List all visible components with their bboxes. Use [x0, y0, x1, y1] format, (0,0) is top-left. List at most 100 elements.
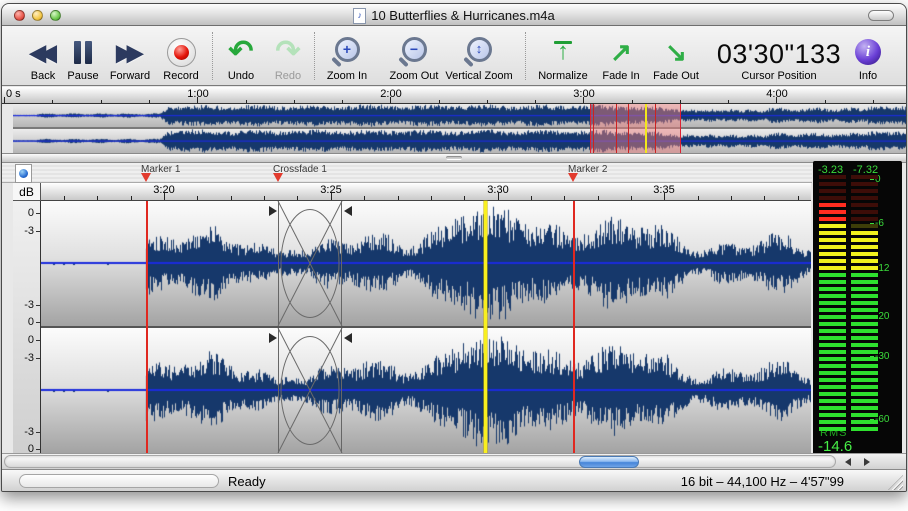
meter-led-segment: [819, 385, 846, 389]
meter-led-segment: [851, 371, 878, 375]
audio-file-icon: ♪: [353, 8, 366, 24]
fade-in-button[interactable]: ↗ Fade In: [597, 29, 645, 83]
marker-triangle-icon[interactable]: [141, 173, 151, 182]
db-scale-label: 0: [28, 316, 34, 328]
crossfade-region[interactable]: [278, 201, 342, 326]
meter-led-segment: [851, 329, 878, 333]
meter-led-segment: [851, 385, 878, 389]
toolbar-toggle-pill[interactable]: [868, 10, 894, 21]
db-scale-tick: [36, 231, 40, 232]
meter-led-segment: [851, 315, 878, 319]
ruler-minor-tick: [535, 100, 536, 103]
redo-button[interactable]: ↷ Redo: [265, 29, 311, 83]
status-message: Ready: [228, 474, 266, 489]
splitter-grip[interactable]: [446, 156, 462, 160]
status-bar: Ready 16 bit – 44,100 Hz – 4'57"99: [2, 469, 906, 492]
document-icon[interactable]: [15, 164, 32, 183]
crossfade-right-handle-icon[interactable]: [344, 206, 352, 216]
meter-led-segment: [851, 336, 878, 340]
scroll-left-arrow-icon[interactable]: [839, 456, 856, 468]
meter-led-segment: [819, 287, 846, 291]
fade-out-icon: ↘: [665, 34, 687, 70]
zoom-in-button[interactable]: + Zoom In: [320, 29, 374, 83]
crossfade-left-handle-icon[interactable]: [269, 206, 277, 216]
marker-triangle-icon[interactable]: [273, 173, 283, 182]
ruler-minor-tick: [631, 196, 632, 200]
zoom-out-button[interactable]: − Zoom Out: [383, 29, 445, 83]
meter-led-segment: [819, 364, 846, 368]
ruler-minor-tick: [364, 196, 365, 200]
forward-button[interactable]: ▶▶ Forward: [100, 29, 160, 83]
marker-bar[interactable]: Marker 1Crossfade 1Marker 2: [2, 163, 812, 183]
resize-grip[interactable]: [888, 475, 903, 490]
waveform-channel-right[interactable]: [41, 328, 811, 453]
normalize-button[interactable]: ↑ Normalize: [530, 29, 596, 83]
ruler-minor-tick: [487, 100, 488, 103]
scrollbar-track[interactable]: [4, 455, 836, 468]
meter-led-segment: [851, 357, 878, 361]
meter-led-segment: [819, 308, 846, 312]
zoom-in-icon: +: [335, 34, 360, 70]
scrollbar-thumb[interactable]: [579, 456, 639, 468]
meter-led-segment: [851, 182, 878, 186]
ruler-minor-tick: [825, 100, 826, 103]
meter-scale-tick: [870, 179, 874, 180]
crossfade-right-handle-icon[interactable]: [344, 333, 352, 343]
meter-led-segment: [819, 217, 846, 221]
meter-led-segment: [819, 420, 846, 424]
db-unit-label: dB: [13, 183, 41, 201]
undo-button[interactable]: ↶ Undo: [218, 29, 264, 83]
title-bar[interactable]: ♪ 10 Butterflies & Hurricanes.m4a: [2, 4, 906, 26]
horizontal-scrollbar[interactable]: [2, 453, 906, 469]
marker-triangle-icon[interactable]: [568, 173, 578, 182]
meter-led-segment: [851, 259, 878, 263]
meter-led-segment: [819, 196, 846, 200]
vertical-zoom-icon: ↕: [467, 34, 492, 70]
meter-led-segment: [819, 329, 846, 333]
meter-led-segment: [819, 189, 846, 193]
record-icon: [167, 34, 196, 70]
db-scale-label: 0: [28, 207, 34, 219]
ruler-minor-tick: [149, 100, 150, 103]
ruler-minor-tick: [97, 196, 98, 200]
meter-led-segment: [819, 182, 846, 186]
vertical-zoom-button[interactable]: ↕ Vertical Zoom: [439, 29, 519, 83]
db-scale-label: -3: [24, 225, 34, 237]
db-scale-tick: [36, 340, 40, 341]
meter-led-segment: [851, 175, 878, 179]
meter-led-segment: [851, 392, 878, 396]
pane-splitter[interactable]: [2, 153, 906, 163]
toolbar-separator: [314, 32, 315, 80]
waveform-canvas-left[interactable]: [41, 201, 811, 326]
rewind-icon: ◀◀: [29, 33, 57, 71]
waveform-canvas-right[interactable]: [41, 328, 811, 453]
record-button[interactable]: Record: [154, 29, 208, 83]
meter-led-segment: [819, 322, 846, 326]
ruler-tick-label: 3:25: [311, 184, 351, 196]
meter-led-segment: [851, 196, 878, 200]
main-timeline-ruler[interactable]: 3:203:253:303:35: [41, 183, 811, 201]
scroll-right-arrow-icon[interactable]: [858, 456, 875, 468]
meter-led-segment: [819, 252, 846, 256]
crossfade-left-handle-icon[interactable]: [269, 333, 277, 343]
ruler-minor-tick: [231, 196, 232, 200]
meter-led-segment: [819, 294, 846, 298]
meter-led-segment: [819, 224, 846, 228]
meter-led-segment: [819, 273, 846, 277]
db-scale-tick: [36, 449, 40, 450]
fade-out-button[interactable]: ↘ Fade Out: [650, 29, 702, 83]
meter-led-segment: [819, 357, 846, 361]
overview-selection[interactable]: [590, 104, 681, 153]
overview-waveform-left[interactable]: [13, 104, 907, 127]
overview-waveform-right[interactable]: [13, 129, 907, 153]
crossfade-region[interactable]: [278, 328, 342, 453]
cursor-position-value: 03'30"133: [717, 38, 841, 70]
ruler-minor-tick: [131, 196, 132, 200]
overview-timeline-ruler[interactable]: 0 s1:002:003:004:00: [2, 87, 906, 104]
db-scale-tick: [36, 322, 40, 323]
info-button[interactable]: i Info: [845, 29, 891, 83]
meter-led-segment: [851, 273, 878, 277]
overview-waveform[interactable]: [13, 104, 907, 153]
waveform-channel-left[interactable]: [41, 201, 811, 326]
cursor-position-display: 03'30"133 Cursor Position: [703, 29, 855, 83]
